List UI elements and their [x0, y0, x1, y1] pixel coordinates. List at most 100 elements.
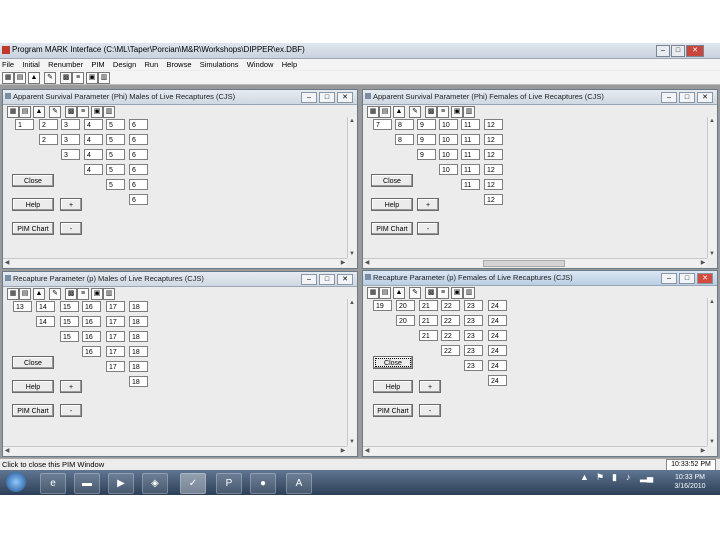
menu-help[interactable]: Help — [282, 59, 297, 70]
pim-cell[interactable]: 3 — [61, 149, 80, 160]
window-icon[interactable]: ▥ — [103, 288, 115, 300]
list-icon[interactable]: ≡ — [437, 106, 449, 118]
scroll-up-arrow-icon[interactable]: ▲ — [708, 117, 716, 125]
pim-cell[interactable]: 18 — [129, 346, 148, 357]
pim-cell[interactable]: 8 — [395, 119, 414, 130]
grid-icon[interactable]: ▦ — [7, 288, 19, 300]
pim-cell[interactable]: 23 — [464, 300, 483, 311]
maximize-button[interactable]: □ — [679, 273, 695, 284]
pencil-icon[interactable]: ✎ — [49, 288, 61, 300]
pim-cell[interactable]: 18 — [129, 316, 148, 327]
pim-cell[interactable]: 4 — [84, 164, 103, 175]
close-pim-button[interactable]: Close — [371, 174, 413, 187]
decrement-button[interactable]: - — [417, 222, 439, 235]
pim-icon[interactable]: ▣ — [86, 72, 98, 84]
pim-icon[interactable]: ▣ — [451, 287, 463, 299]
pim-chart-button[interactable]: PIM Chart — [12, 222, 54, 235]
pim-cell[interactable]: 9 — [417, 134, 436, 145]
scroll-down-arrow-icon[interactable]: ▼ — [708, 438, 716, 446]
pim-cell[interactable]: 4 — [84, 149, 103, 160]
pim-cell[interactable]: 23 — [464, 315, 483, 326]
pim-cell[interactable]: 18 — [129, 361, 148, 372]
pim-cell[interactable]: 11 — [461, 149, 480, 160]
pim-cell[interactable]: 18 — [129, 331, 148, 342]
chart-icon[interactable]: ▲ — [33, 288, 45, 300]
help-button[interactable]: Help — [12, 198, 54, 211]
pim-cell[interactable]: 24 — [488, 360, 507, 371]
vertical-scrollbar[interactable]: ▲ ▼ — [347, 299, 356, 446]
vertical-scrollbar[interactable]: ▲ ▼ — [707, 117, 716, 258]
horizontal-scrollbar[interactable]: ◀ ▶ — [363, 446, 707, 455]
close-pim-button[interactable]: Close — [12, 356, 54, 369]
pim-cell[interactable]: 12 — [484, 164, 503, 175]
pim-cell[interactable]: 7 — [373, 119, 392, 130]
decrement-button[interactable]: - — [419, 404, 441, 417]
list-icon[interactable]: ≡ — [77, 106, 89, 118]
scroll-right-arrow-icon[interactable]: ▶ — [339, 447, 347, 455]
pim-cell[interactable]: 10 — [439, 134, 458, 145]
pim-cell[interactable]: 24 — [488, 300, 507, 311]
pim-cell[interactable]: 4 — [84, 119, 103, 130]
pim-cell[interactable]: 6 — [129, 119, 148, 130]
matrix-icon[interactable]: ▩ — [425, 106, 437, 118]
table-icon[interactable]: ▤ — [19, 288, 31, 300]
maximize-button[interactable]: □ — [679, 92, 695, 103]
pim-cell[interactable]: 12 — [484, 134, 503, 145]
signal-icon[interactable]: ▂▄ — [640, 473, 653, 482]
pim-cell[interactable]: 5 — [106, 134, 125, 145]
pim-icon[interactable]: ▣ — [451, 106, 463, 118]
pim-cell[interactable]: 5 — [106, 149, 125, 160]
pim-cell[interactable]: 24 — [488, 315, 507, 326]
pim-cell[interactable]: 14 — [36, 316, 55, 327]
scroll-left-arrow-icon[interactable]: ◀ — [363, 447, 371, 455]
pim-cell[interactable]: 11 — [461, 179, 480, 190]
maximize-button[interactable]: □ — [671, 45, 685, 57]
menu-window[interactable]: Window — [247, 59, 274, 70]
scroll-left-arrow-icon[interactable]: ◀ — [3, 259, 11, 267]
pim-cell[interactable]: 6 — [129, 164, 148, 175]
vertical-scrollbar[interactable]: ▲ ▼ — [347, 117, 356, 258]
pim-cell[interactable]: 9 — [417, 119, 436, 130]
pim-chart-button[interactable]: PIM Chart — [373, 404, 413, 417]
acrobat-icon[interactable]: A — [286, 473, 312, 494]
pim-icon[interactable]: ▣ — [91, 288, 103, 300]
pencil-icon[interactable]: ✎ — [409, 287, 421, 299]
internet-explorer-icon[interactable]: e — [40, 473, 66, 494]
increment-button[interactable]: + — [417, 198, 439, 211]
pim-cell[interactable]: 6 — [129, 149, 148, 160]
pim-cell[interactable]: 22 — [441, 315, 460, 326]
pim-cell[interactable]: 11 — [461, 119, 480, 130]
pencil-icon[interactable]: ✎ — [44, 72, 56, 84]
pim-cell[interactable]: 10 — [439, 164, 458, 175]
start-button[interactable] — [6, 472, 26, 492]
horizontal-scrollbar[interactable]: ◀ ▶ — [363, 258, 707, 267]
horizontal-scrollbar[interactable]: ◀ ▶ — [3, 446, 347, 455]
pim-cell[interactable]: 16 — [82, 331, 101, 342]
close-pim-button[interactable]: Close — [373, 356, 413, 369]
pim-cell[interactable]: 22 — [441, 330, 460, 341]
show-hidden-icons-icon[interactable]: ▲ — [580, 473, 589, 482]
close-button[interactable]: ✕ — [686, 45, 704, 57]
window-icon[interactable]: ▥ — [463, 106, 475, 118]
taskbar-clock[interactable]: 10:33 PM 3/16/2010 — [668, 473, 712, 491]
pim-cell[interactable]: 17 — [106, 301, 125, 312]
grid-icon[interactable]: ▦ — [367, 106, 379, 118]
pim-cell[interactable]: 8 — [395, 134, 414, 145]
close-button[interactable]: ✕ — [337, 92, 353, 103]
pim-cell[interactable]: 17 — [106, 346, 125, 357]
list-icon[interactable]: ≡ — [72, 72, 84, 84]
pim-cell[interactable]: 15 — [60, 301, 79, 312]
pim-cell[interactable]: 10 — [439, 149, 458, 160]
table-icon[interactable]: ▤ — [19, 106, 31, 118]
menu-pim[interactable]: PIM — [91, 59, 104, 70]
pim-cell[interactable]: 21 — [419, 330, 438, 341]
mark-program-icon[interactable]: ✓ — [180, 473, 206, 494]
pim-cell[interactable]: 12 — [484, 194, 503, 205]
pim-cell[interactable]: 16 — [82, 346, 101, 357]
pim-cell[interactable]: 14 — [36, 301, 55, 312]
window-icon[interactable]: ▥ — [98, 72, 110, 84]
window-icon[interactable]: ▥ — [463, 287, 475, 299]
pim-cell[interactable]: 3 — [61, 134, 80, 145]
pim-cell[interactable]: 6 — [129, 179, 148, 190]
close-button[interactable]: ✕ — [337, 274, 353, 285]
